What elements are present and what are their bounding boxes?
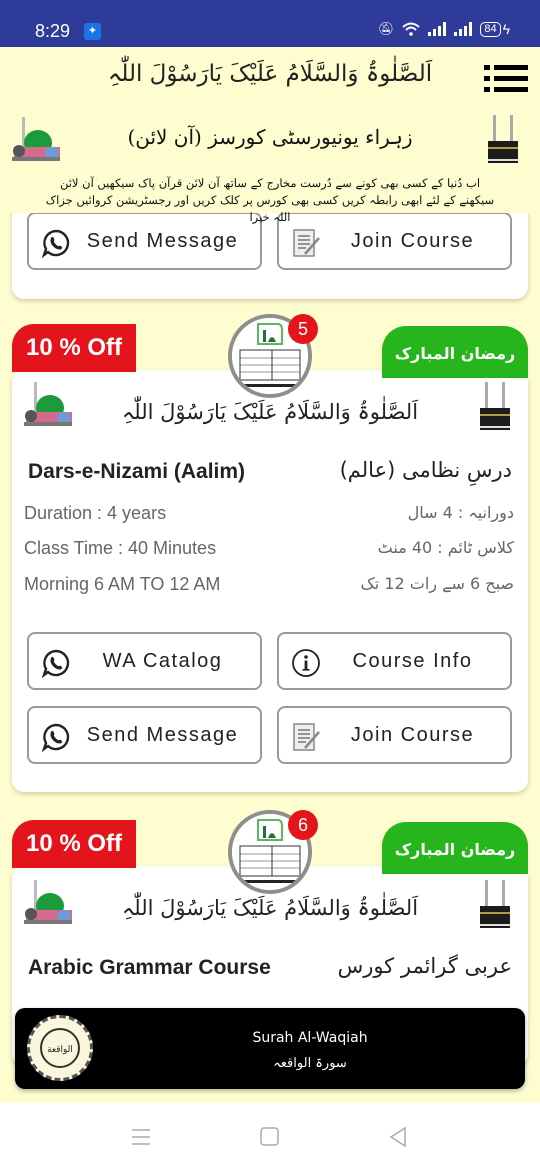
wa-catalog-button[interactable]: WA Catalog <box>27 632 262 690</box>
course-timing-urdu: صبح 6 سے رات 12 تک <box>360 574 514 593</box>
surah-banner[interactable]: الواقعة Surah Al-Waqiah سورۃ الواقعہ <box>15 1008 525 1089</box>
send-message-button[interactable]: Send Message <box>27 706 262 764</box>
course-title-urdu: عربی گرائمر کورس <box>337 954 512 978</box>
button-label: Course Info <box>352 650 473 672</box>
signal-icon <box>428 22 447 36</box>
surah-logo: الواقعة <box>27 1015 93 1081</box>
notepad-icon <box>293 229 320 257</box>
screen: 8:29 ✦ 🔕︎ 84 ϟ اَلصَّلٰوۃُ وَالسَّلَامُ … <box>0 0 540 1170</box>
course-info-button[interactable]: Course Info <box>277 632 512 690</box>
menu-icon-line <box>494 76 528 81</box>
button-label: Send Message <box>86 724 239 746</box>
mute-icon: 🔕︎ <box>377 21 395 36</box>
header-title: زہراء یونیورسٹی کورسز (آن لائن) <box>127 125 413 149</box>
ramzan-offer-badge: رمضان المبارک آفر <box>382 326 528 419</box>
course-duration-urdu: دورانیہ : 4 سال <box>407 503 514 522</box>
course-number-badge: 5 <box>288 314 318 344</box>
course-title-urdu: درسِ نظامی (عالم) <box>339 458 512 482</box>
app-header: اَلصَّلٰوۃُ وَالسَّلَامُ عَلَیْکَ یَارَس… <box>0 47 540 224</box>
whatsapp-icon <box>41 229 70 258</box>
header-description-line: سیکھنے کے لئے ابھی رابطہ کریں کسی بھی کو… <box>45 193 495 224</box>
system-nav-bar <box>0 1103 540 1170</box>
header-description-line: اب دُنیا کے کسی بھی کونے سے دُرست مخارج … <box>59 176 481 190</box>
battery-icon: 84 <box>480 21 501 37</box>
discount-badge: 10 % Off <box>12 324 136 372</box>
charging-icon: ϟ <box>502 21 510 37</box>
course-class-time-urdu: کلاس ٹائم : 40 منٹ <box>377 538 514 557</box>
button-label: WA Catalog <box>102 650 223 672</box>
whatsapp-icon <box>41 649 70 678</box>
join-course-button[interactable]: Join Course <box>277 706 512 764</box>
button-label: Join Course <box>350 230 475 252</box>
recent-apps-icon[interactable] <box>129 1125 153 1149</box>
back-icon[interactable] <box>386 1125 410 1149</box>
ramzan-offer-badge: رمضان المبارک آفر <box>382 822 528 915</box>
surah-logo-text: الواقعة <box>40 1028 80 1068</box>
header-description: اب دُنیا کے کسی بھی کونے سے دُرست مخارج … <box>40 175 500 226</box>
course-class-time: Class Time : 40 Minutes <box>24 538 217 558</box>
notepad-icon <box>293 723 320 751</box>
button-label: Join Course <box>350 724 475 746</box>
wifi-icon <box>402 22 420 36</box>
menu-icon-line <box>494 65 528 70</box>
menu-icon-dot <box>484 87 490 92</box>
course-duration: Duration : 4 years <box>24 503 167 523</box>
button-label: Send Message <box>86 230 239 252</box>
signal-icon <box>454 22 473 36</box>
course-title-english: Dars-e-Nizami (Aalim) <box>28 460 246 483</box>
header-salutation: اَلصَّلٰوۃُ وَالسَّلَامُ عَلَیْکَ یَارَس… <box>107 61 433 87</box>
banner-title: Surah Al-Waqiah <box>252 1030 368 1046</box>
menu-icon <box>484 65 490 70</box>
menu-button[interactable] <box>484 65 528 93</box>
menu-icon-dot <box>484 76 490 81</box>
status-bar: 8:29 ✦ 🔕︎ 84 ϟ <box>0 0 540 47</box>
menu-icon-line <box>494 87 528 92</box>
course-timing: Morning 6 AM TO 12 AM <box>24 574 221 594</box>
banner-subtitle: سورۃ الواقعہ <box>273 1056 347 1071</box>
course-number-badge: 6 <box>288 810 318 840</box>
info-icon <box>292 649 320 677</box>
course-title-english: Arabic Grammar Course <box>28 956 271 979</box>
whatsapp-icon <box>41 723 70 752</box>
discount-badge: 10 % Off <box>12 820 136 868</box>
home-icon[interactable] <box>258 1125 282 1149</box>
app-notification-icon: ✦ <box>84 23 101 40</box>
status-icons: 🔕︎ 84 ϟ <box>378 21 510 37</box>
status-time: 8:29 <box>35 21 71 41</box>
